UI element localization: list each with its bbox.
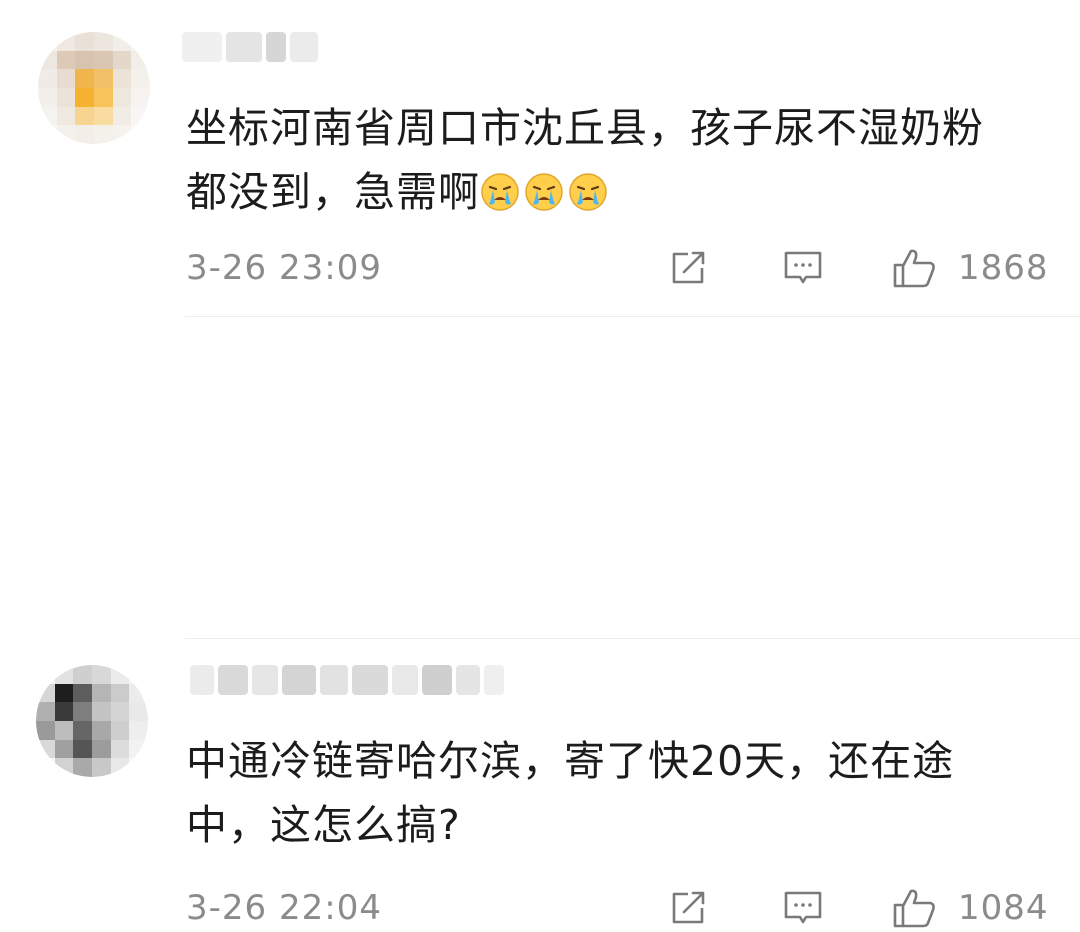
username-blurred[interactable]: [182, 30, 318, 64]
comment-icon[interactable]: [782, 248, 824, 288]
comment-meta: 3-26 23:09 1868: [186, 244, 1048, 292]
comment-text-line: 都没到，急需啊: [186, 160, 1056, 224]
share-icon[interactable]: [668, 888, 710, 928]
comment-item: 中通冷链寄哈尔滨，寄了快20天，还在途 中，这怎么搞? 3-26 22:04 1…: [0, 317, 1080, 928]
crying-emoji-icon: [481, 173, 519, 211]
timestamp: 3-26 22:04: [186, 888, 382, 928]
avatar[interactable]: [36, 665, 148, 777]
thumbs-up-icon: [893, 249, 935, 288]
comment-text: 中通冷链寄哈尔滨，寄了快20天，还在途 中，这怎么搞?: [186, 729, 1056, 857]
comment-item: 坐标河南省周口市沈丘县，孩子尿不湿奶粉 都没到，急需啊 3-26 23:09 1…: [0, 0, 1080, 316]
emoji-group: [480, 172, 608, 212]
comment-text-line: 坐标河南省周口市沈丘县，孩子尿不湿奶粉: [186, 104, 984, 152]
comment-icon[interactable]: [782, 888, 824, 928]
comment-text: 坐标河南省周口市沈丘县，孩子尿不湿奶粉 都没到，急需啊: [186, 96, 1056, 224]
like-button[interactable]: 1868: [892, 244, 1049, 292]
avatar[interactable]: [38, 32, 150, 144]
comment-meta: 3-26 22:04 1084: [186, 884, 1048, 932]
username-blurred[interactable]: [190, 663, 504, 697]
thumbs-up-icon: [893, 889, 935, 928]
like-count: 1868: [958, 248, 1049, 288]
timestamp: 3-26 23:09: [186, 248, 382, 288]
comment-text-line: 中，这怎么搞?: [186, 801, 461, 849]
divider: [185, 638, 1080, 639]
like-count: 1084: [958, 888, 1049, 928]
comment-text-line: 中通冷链寄哈尔滨，寄了快20天，还在途: [186, 737, 955, 785]
share-icon[interactable]: [668, 248, 710, 288]
crying-emoji-icon: [525, 173, 563, 211]
like-button[interactable]: 1084: [892, 884, 1049, 932]
crying-emoji-icon: [569, 173, 607, 211]
